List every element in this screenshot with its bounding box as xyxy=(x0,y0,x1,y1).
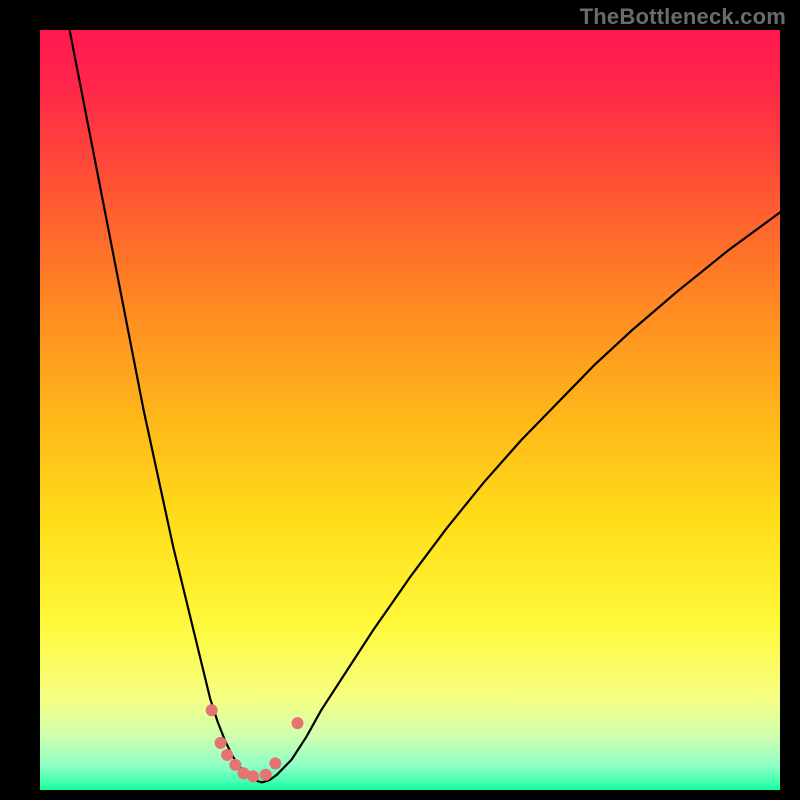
plot-area xyxy=(40,30,780,790)
chart-svg xyxy=(40,30,780,790)
marker-point xyxy=(260,769,272,781)
marker-point xyxy=(206,704,218,716)
marker-point xyxy=(221,749,233,761)
marker-point xyxy=(215,737,227,749)
marker-point xyxy=(247,770,259,782)
marker-point xyxy=(292,717,304,729)
marker-point xyxy=(269,757,281,769)
chart-container: TheBottleneck.com xyxy=(0,0,800,800)
baseline xyxy=(40,787,780,790)
gradient-background xyxy=(40,30,780,790)
watermark-text: TheBottleneck.com xyxy=(580,4,786,30)
